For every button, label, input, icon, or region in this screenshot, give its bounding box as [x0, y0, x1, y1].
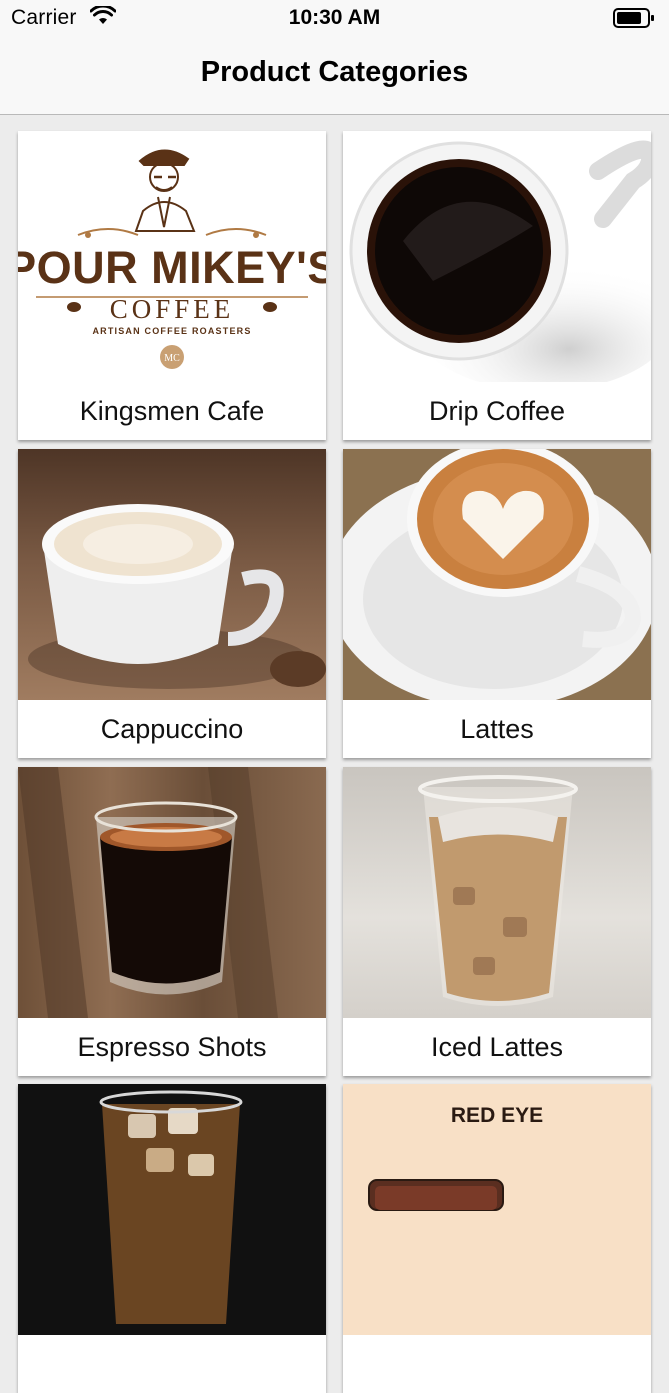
category-label [18, 1335, 326, 1393]
lattes-image [343, 449, 651, 700]
category-card-cappuccino[interactable]: Cappuccino [18, 449, 326, 758]
category-card-lattes[interactable]: Lattes [343, 449, 651, 758]
category-label: Kingsmen Cafe [79, 396, 265, 426]
iced-lattes-image [343, 767, 651, 1018]
red-eye-title: RED EYE [451, 1104, 543, 1127]
page-title: Product Categories [200, 56, 469, 88]
battery-icon [613, 8, 654, 28]
status-time: 10:30 AM [288, 6, 381, 29]
category-card-espresso-shots[interactable]: Espresso Shots [18, 767, 326, 1076]
category-card-red-eye[interactable]: RED EYE [343, 1084, 651, 1393]
cappuccino-image [18, 449, 326, 700]
category-label: Iced Lattes [430, 1032, 564, 1062]
category-label: Cappuccino [100, 714, 244, 744]
category-label: Drip Coffee [428, 396, 566, 426]
category-label: Espresso Shots [77, 1032, 267, 1062]
category-label: Lattes [460, 714, 534, 744]
logo-tagline-text: ARTISAN COFFEE ROASTERS [92, 326, 251, 336]
espresso-shots-image [18, 767, 326, 1018]
logo-coffee-text: COFFEE [110, 294, 235, 324]
drip-coffee-image [343, 131, 651, 382]
category-card-iced-lattes[interactable]: Iced Lattes [343, 767, 651, 1076]
pour-mikeys-logo: POUR MIKEY'S COFFEE ARTISAN COFFEE ROAST… [18, 131, 326, 382]
category-card-kingsmen-cafe[interactable]: POUR MIKEY'S COFFEE ARTISAN COFFEE ROAST… [18, 131, 326, 440]
category-card-drip-coffee[interactable]: Drip Coffee [343, 131, 651, 440]
category-label [343, 1335, 651, 1393]
logo-title-text: POUR MIKEY'S [18, 242, 326, 293]
navigation-bar: Product Categories [0, 38, 669, 115]
red-eye-image: RED EYE [343, 1084, 651, 1335]
status-bar: Carrier 10:30 AM [0, 0, 669, 38]
logo-seal-text: MC [164, 353, 180, 364]
iced-coffee-image [18, 1084, 326, 1335]
category-card-iced-coffee[interactable] [18, 1084, 326, 1393]
